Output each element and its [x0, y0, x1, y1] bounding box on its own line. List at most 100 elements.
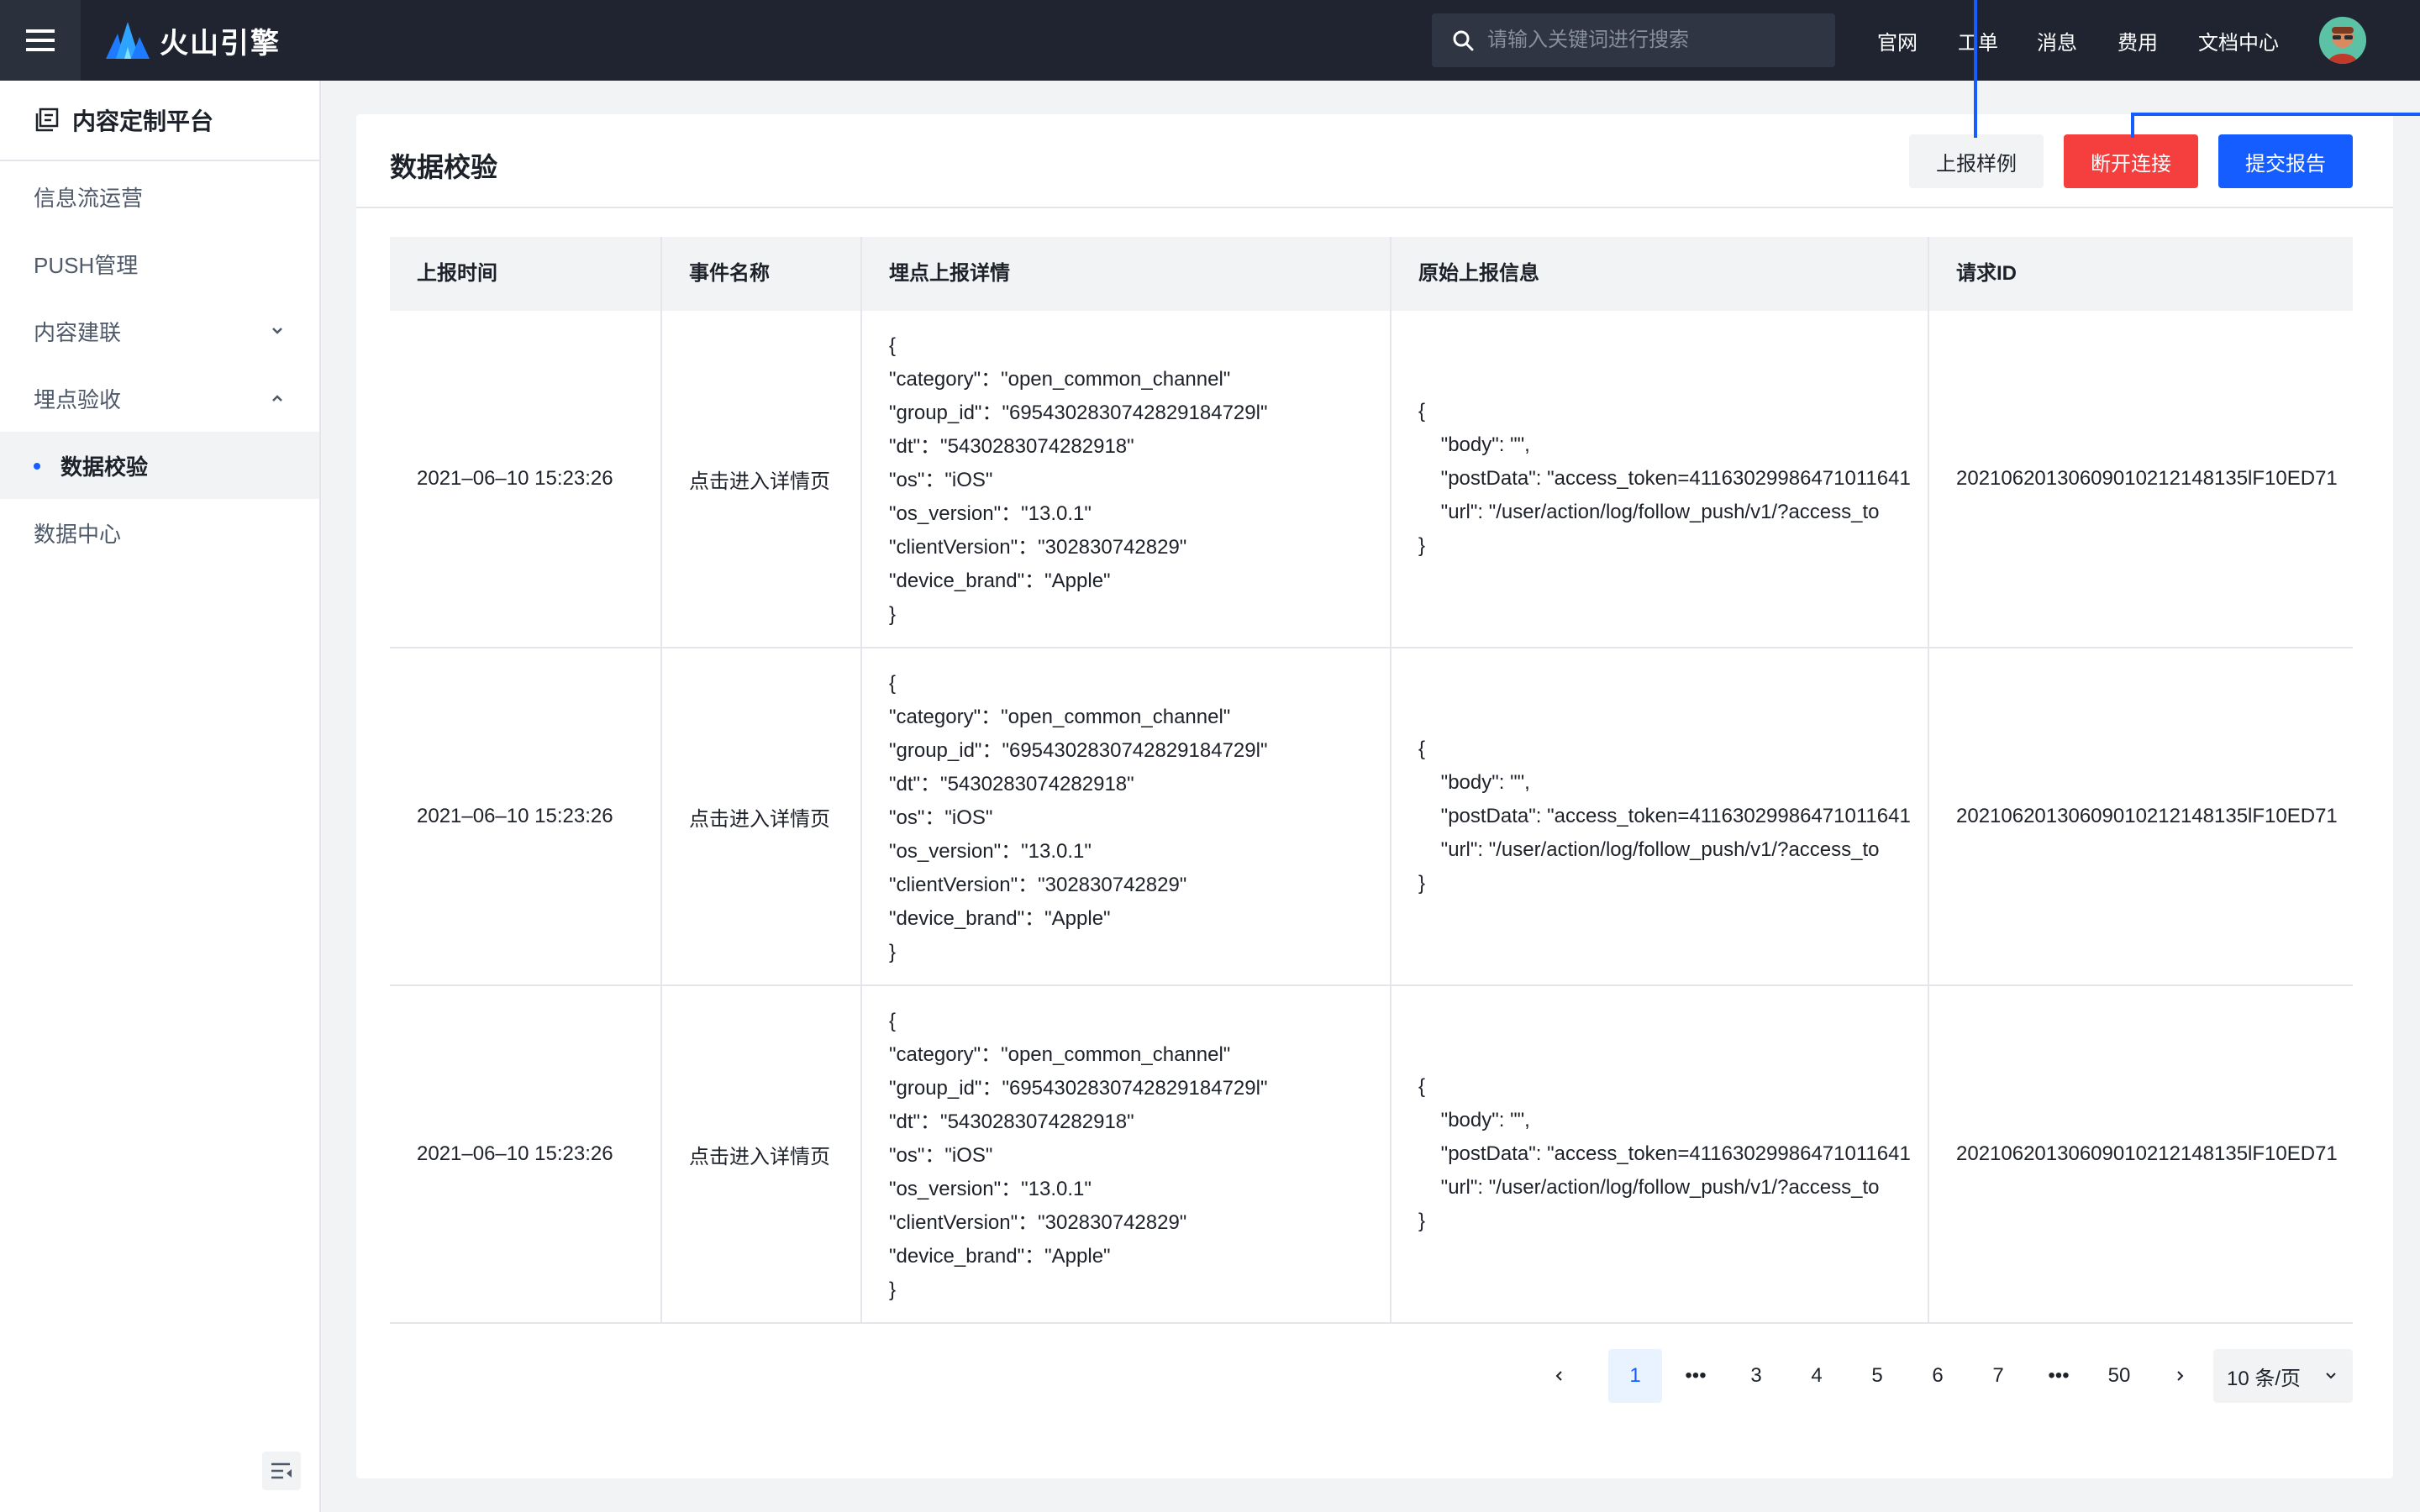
prev-page-button[interactable] — [1533, 1349, 1586, 1403]
cell-raw: { "body": "", "postData": "access_token=… — [1390, 986, 1928, 1322]
cell-time: 2021–06–10 15:23:26 — [417, 1142, 613, 1165]
sidebar-item-content-link[interactable]: 内容建联 — [0, 297, 319, 365]
column-header-raw: 原始上报信息 — [1390, 237, 1928, 311]
hamburger-icon — [26, 29, 55, 51]
volcano-logo-icon — [106, 22, 150, 59]
page-ellipsis-left[interactable]: ••• — [1669, 1349, 1723, 1403]
nav-official-site[interactable]: 官网 — [1877, 26, 1918, 55]
page-title: 数据校验 — [390, 152, 498, 182]
nav-billing[interactable]: 费用 — [2118, 26, 2158, 55]
annotation-line — [1974, 0, 1977, 138]
nav-docs[interactable]: 文档中心 — [2198, 26, 2279, 55]
sidebar-item-feed-ops[interactable]: 信息流运营 — [0, 163, 319, 230]
sidebar-item-tracking[interactable]: 埋点验收 — [0, 365, 319, 432]
cell-time: 2021–06–10 15:23:26 — [417, 467, 613, 490]
raw-line: } — [1418, 534, 1426, 557]
table-header: 上报时间 事件名称 埋点上报详情 原始上报信息 请求ID — [390, 237, 2353, 311]
platform-icon — [35, 108, 59, 132]
next-page-button[interactable] — [2153, 1349, 2207, 1403]
chevron-left-icon — [1555, 1371, 1562, 1381]
sidebar-title: 内容定制平台 — [72, 108, 214, 134]
chevron-down-icon — [2326, 1373, 2336, 1379]
sidebar-header: 内容定制平台 — [0, 81, 319, 161]
raw-line: } — [1418, 872, 1426, 895]
detail-line: { — [889, 334, 897, 357]
column-header-detail: 埋点上报详情 — [860, 237, 1390, 311]
detail-line: "device_brand"："Apple" — [889, 907, 1111, 930]
page-button-6[interactable]: 6 — [1911, 1349, 1965, 1403]
report-sample-button[interactable]: 上报样例 — [1909, 134, 2044, 188]
cell-event: 点击进入详情页 — [660, 648, 860, 984]
table-body: 2021–06–10 15:23:26 点击进入详情页 { "category"："o… — [390, 311, 2353, 1324]
disconnect-button[interactable]: 断开连接 — [2064, 134, 2198, 188]
annotation-line — [2131, 113, 2134, 138]
page-button-3[interactable]: 3 — [1729, 1349, 1783, 1403]
raw-line: { — [1418, 400, 1426, 423]
detail-line: "os"："iOS" — [889, 469, 993, 491]
raw-line: "url": "/user/action/log/follow_push/v1/… — [1418, 838, 1880, 861]
page-size-select[interactable]: 10 条/页 — [2213, 1349, 2353, 1403]
cell-detail: {"category"："open_common_channel" "group_… — [860, 986, 1390, 1322]
search-input[interactable] — [1487, 29, 1823, 52]
collapse-sidebar-button[interactable] — [262, 1452, 301, 1490]
submit-report-button[interactable]: 提交报告 — [2218, 134, 2353, 188]
raw-line: { — [1418, 1075, 1426, 1098]
raw-line: { — [1418, 738, 1426, 760]
brand-name: 火山引擎 — [160, 27, 281, 60]
detail-line: "device_brand"："Apple" — [889, 1245, 1111, 1268]
cell-time: 2021–06–10 15:23:26 — [417, 805, 613, 827]
detail-line: "dt"："5430283074282918" — [889, 1110, 1134, 1133]
raw-line: "postData": "access_token=41163029986471… — [1418, 467, 1911, 490]
sidebar-item-push[interactable]: PUSH管理 — [0, 230, 319, 297]
page-size-value: 10 条/页 — [2227, 1367, 2302, 1390]
sidebar: 内容定制平台 信息流运营 PUSH管理 内容建联 埋点验收 数据校验 数据中心 — [0, 81, 321, 1512]
detail-line: } — [889, 1278, 897, 1301]
page-button-4[interactable]: 4 — [1790, 1349, 1844, 1403]
cell-request-id: 20210620130609010212148135lF10ED71 — [1928, 986, 2353, 1322]
page-ellipsis-right[interactable]: ••• — [2032, 1349, 2086, 1403]
sidebar-item-data-center[interactable]: 数据中心 — [0, 499, 319, 566]
main-card: 数据校验 上报样例 断开连接 提交报告 上报时间 事件名称 埋点上报详情 原始上… — [356, 114, 2393, 1478]
detail-line: "os_version"："13.0.1" — [889, 840, 1092, 863]
detail-line: "os_version"："13.0.1" — [889, 1178, 1092, 1200]
top-navigation-bar: 火山引擎 官网 工单 消息 费用 文档中心 — [0, 0, 2420, 81]
raw-line: "body": "", — [1418, 771, 1530, 794]
sidebar-item-label: PUSH管理 — [34, 252, 139, 278]
nav-messages[interactable]: 消息 — [2037, 26, 2077, 55]
menu-button[interactable] — [0, 0, 81, 81]
page-button-50[interactable]: 50 — [2092, 1349, 2146, 1403]
nav-tickets[interactable]: 工单 — [1958, 26, 1998, 55]
cell-raw: { "body": "", "postData": "access_token=… — [1390, 311, 1928, 647]
detail-line: { — [889, 672, 897, 695]
detail-line: "os"："iOS" — [889, 1144, 993, 1167]
chevron-right-icon — [2177, 1371, 2184, 1381]
user-avatar[interactable] — [2319, 17, 2366, 64]
detail-line: "category"："open_common_channel" — [889, 1043, 1231, 1066]
active-indicator — [34, 463, 40, 470]
sidebar-item-label: 内容建联 — [34, 319, 122, 345]
page-button-7[interactable]: 7 — [1971, 1349, 2025, 1403]
pagination: 1 ••• 3 4 5 6 7 ••• 50 10 条/页 — [356, 1349, 2393, 1403]
detail-line: } — [889, 941, 897, 963]
detail-line: { — [889, 1010, 897, 1032]
table-row: 2021–06–10 15:23:26 点击进入详情页 {"category"："o… — [390, 648, 2353, 986]
chevron-down-icon — [272, 328, 282, 334]
page-button-5[interactable]: 5 — [1850, 1349, 1904, 1403]
brand-logo[interactable]: 火山引擎 — [106, 20, 281, 61]
detail-line: "clientVersion"："302830742829" — [889, 1211, 1187, 1234]
cell-event: 点击进入详情页 — [660, 311, 860, 647]
cell-request-id: 20210620130609010212148135lF10ED71 — [1928, 648, 2353, 984]
detail-line: "category"："open_common_channel" — [889, 368, 1231, 391]
page-button-1[interactable]: 1 — [1608, 1349, 1662, 1403]
raw-line: "postData": "access_token=41163029986471… — [1418, 1142, 1911, 1165]
column-header-request-id: 请求ID — [1928, 237, 2353, 311]
data-table: 上报时间 事件名称 埋点上报详情 原始上报信息 请求ID 2021–06–10 … — [390, 237, 2353, 1324]
raw-line: } — [1418, 1210, 1426, 1232]
search-box[interactable] — [1432, 13, 1835, 67]
detail-line: "os_version"："13.0.1" — [889, 502, 1092, 525]
raw-line: "body": "", — [1418, 1109, 1530, 1131]
detail-line: "dt"："5430283074282918" — [889, 773, 1134, 795]
column-header-time: 上报时间 — [417, 262, 497, 285]
raw-line: "url": "/user/action/log/follow_push/v1/… — [1418, 1176, 1880, 1199]
sidebar-item-data-validation[interactable]: 数据校验 — [0, 432, 319, 499]
